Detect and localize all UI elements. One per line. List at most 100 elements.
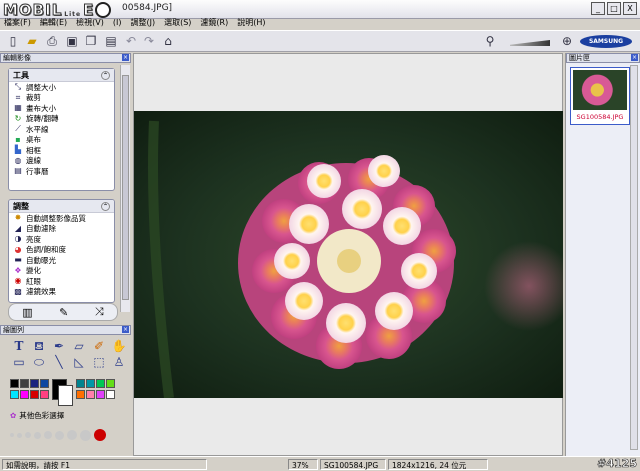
close-icon[interactable]: × <box>631 54 638 61</box>
brush-size-dot[interactable] <box>67 430 77 440</box>
thumbnail-image <box>573 70 627 110</box>
adjust-auto-filter[interactable]: ◢ 自動濾除 <box>9 224 114 235</box>
text-tool-icon[interactable]: T <box>10 339 28 353</box>
polygon-tool-icon[interactable]: ◺ <box>70 355 88 369</box>
thumbnail[interactable]: SG100584.JPG <box>570 67 630 125</box>
close-button[interactable]: X <box>623 2 637 15</box>
paste-icon[interactable]: ▤ <box>103 34 119 49</box>
menu-file[interactable]: 檔案(F) <box>4 17 31 28</box>
menu-edit[interactable]: 編輯(E) <box>40 17 67 28</box>
zoom-in-icon[interactable]: ⊕ <box>559 34 575 49</box>
color-swatch[interactable] <box>106 379 115 388</box>
color-swatch[interactable] <box>76 379 85 388</box>
save-icon[interactable]: ▣ <box>64 34 80 49</box>
tool-rotate[interactable]: ↻ 旋轉/翻轉 <box>9 114 114 125</box>
print-icon[interactable]: ⎙ <box>44 34 60 49</box>
brush-size-dot[interactable] <box>80 429 91 441</box>
new-icon[interactable]: ▯ <box>5 34 21 49</box>
color-swatch[interactable] <box>10 379 19 388</box>
ellipse-tool-icon[interactable]: ⬭ <box>30 355 48 369</box>
close-icon[interactable]: × <box>122 326 129 333</box>
collapse-icon[interactable]: ⌃ <box>101 71 110 80</box>
eraser-tool-icon[interactable]: ▱ <box>70 339 88 353</box>
more-colors-button[interactable]: ✿ 其他色彩選擇 <box>10 410 64 421</box>
menu-help[interactable]: 說明(H) <box>237 17 265 28</box>
color-swatch[interactable] <box>96 379 105 388</box>
color-swatch[interactable] <box>30 379 39 388</box>
adjust-auto-quality[interactable]: ✸ 自動調整影像品質 <box>9 213 114 224</box>
color-swatch[interactable] <box>10 390 19 399</box>
undo-icon[interactable]: ↶ <box>123 34 139 49</box>
brush-size-dot[interactable] <box>55 430 64 440</box>
tools-mode-icon[interactable]: ▥ <box>22 306 32 319</box>
color-swatch[interactable] <box>96 390 105 399</box>
brush-size-dot[interactable] <box>17 432 22 438</box>
adjust-exposure[interactable]: ▬ 自動曝光 <box>9 255 114 266</box>
wand-icon: ✸ <box>14 213 22 223</box>
tool-frame[interactable]: ▙ 相框 <box>9 145 114 156</box>
tools-section-title: 工具 <box>13 71 29 80</box>
color-swatch[interactable] <box>30 390 39 399</box>
tool-wallpaper[interactable]: ▪ 桌布 <box>9 135 114 146</box>
tool-border[interactable]: ◍ 邊線 <box>9 156 114 167</box>
zoom-slider[interactable] <box>510 40 550 46</box>
dropper-tool-icon[interactable]: ✒ <box>50 339 68 353</box>
marquee-tool-icon[interactable]: ⬚ <box>90 355 108 369</box>
close-icon[interactable]: × <box>122 54 129 61</box>
tools-section: 工具 ⌃ ⤡ 調整大小 ⌗ 裁剪 ▦ 畫布大小 ↻ 旋轉/翻轉 ⟋ 水平線 ▪ 桌布 ▙ 相框 … <box>8 68 115 191</box>
brush-size-picker <box>10 429 106 441</box>
menu-filter[interactable]: 濾鏡(R) <box>200 17 228 28</box>
brush-tool-icon[interactable]: ✐ <box>90 339 108 353</box>
zoom-out-icon[interactable]: ⚲ <box>482 34 498 49</box>
color-swatch[interactable] <box>40 379 49 388</box>
image-tray-scrollbar[interactable] <box>630 65 638 450</box>
maximize-button[interactable]: □ <box>607 2 621 15</box>
brush-size-dot[interactable] <box>25 432 31 438</box>
copy-icon[interactable]: ❐ <box>83 34 99 49</box>
minimize-button[interactable]: _ <box>591 2 605 15</box>
line-tool-icon[interactable]: ╲ <box>50 355 68 369</box>
hand-tool-icon[interactable]: ✋ <box>110 339 128 353</box>
tool-crop[interactable]: ⌗ 裁剪 <box>9 93 114 104</box>
color-swatch[interactable] <box>20 390 29 399</box>
edit-mode-icon[interactable]: ✎ <box>59 306 68 319</box>
redo-icon[interactable]: ↷ <box>141 34 157 49</box>
edit-panel-scrollbar[interactable] <box>120 65 130 312</box>
adjust-hue[interactable]: ◕ 色調/飽和度 <box>9 245 114 256</box>
color-swatch[interactable] <box>86 390 95 399</box>
stamp-tool-icon[interactable]: ♙ <box>110 355 128 369</box>
adjust-filter-effect[interactable]: ▩ 濾鏡效果 <box>9 287 114 298</box>
calendar-icon: ▤ <box>14 166 22 176</box>
fill-tool-icon[interactable]: ⛾ <box>30 339 48 353</box>
brush-size-dot[interactable] <box>34 431 41 439</box>
menu-view[interactable]: 檢視(V) <box>76 17 104 28</box>
rectangle-tool-icon[interactable]: ▭ <box>10 355 28 369</box>
brush-size-dot[interactable] <box>44 431 52 439</box>
color-swatch[interactable] <box>20 379 29 388</box>
brush-size-dot[interactable] <box>10 433 14 437</box>
adjust-brightness[interactable]: ◑ 亮度 <box>9 234 114 245</box>
status-bar: 如需說明，請按 F1 37% SG100584.JPG 1824x1216, 2… <box>0 456 640 471</box>
tool-resize[interactable]: ⤡ 調整大小 <box>9 82 114 93</box>
color-swatch[interactable] <box>76 390 85 399</box>
frame-icon: ▙ <box>14 145 22 155</box>
image-canvas[interactable] <box>133 53 563 456</box>
tool-calendar[interactable]: ▤ 行事曆 <box>9 166 114 177</box>
status-filename: SG100584.JPG <box>320 459 386 470</box>
open-icon[interactable]: ▰ <box>24 34 40 49</box>
collapse-icon[interactable]: ⌃ <box>101 202 110 211</box>
menu-select[interactable]: 選取(S) <box>164 17 191 28</box>
adjust-variation[interactable]: ❖ 變化 <box>9 266 114 277</box>
tool-canvas-size[interactable]: ▦ 畫布大小 <box>9 103 114 114</box>
tool-horizon[interactable]: ⟋ 水平線 <box>9 124 114 135</box>
effects-mode-icon[interactable]: ⤨ <box>95 305 104 319</box>
menu-image[interactable]: (I) <box>113 18 122 27</box>
home-icon[interactable]: ⌂ <box>160 34 176 49</box>
brush-size-dot-selected[interactable] <box>94 429 106 441</box>
color-swatch[interactable] <box>106 390 115 399</box>
adjust-redeye[interactable]: ◉ 紅眼 <box>9 276 114 287</box>
color-swatch[interactable] <box>40 390 49 399</box>
menu-adjust[interactable]: 調整(J) <box>130 17 155 28</box>
secondary-color[interactable] <box>58 385 73 406</box>
color-swatch[interactable] <box>86 379 95 388</box>
